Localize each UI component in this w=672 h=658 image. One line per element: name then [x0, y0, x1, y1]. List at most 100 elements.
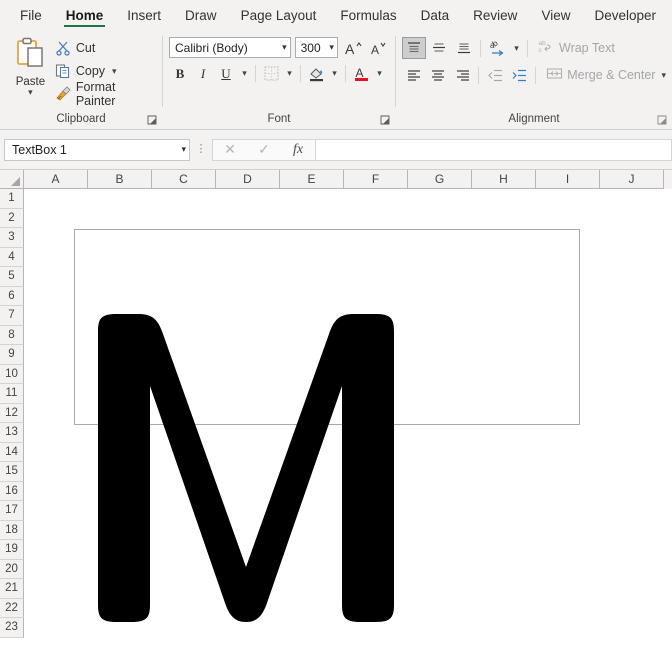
excel-window: File Home Insert Draw Page Layout Formul… — [0, 0, 672, 658]
tab-view[interactable]: View — [529, 0, 582, 30]
row-header-16-label: 16 — [5, 484, 18, 497]
orientation-dropdown-icon[interactable]: ▾ — [510, 38, 523, 59]
row-header-8[interactable]: 8 — [0, 325, 24, 345]
font-size-combobox[interactable]: 300 ▾ — [294, 37, 338, 58]
formula-input[interactable] — [316, 138, 672, 161]
align-right-icon[interactable] — [451, 64, 474, 86]
row-header-20[interactable]: 20 — [0, 559, 24, 579]
svg-text:A: A — [345, 41, 355, 57]
tab-page-layout[interactable]: Page Layout — [229, 0, 329, 30]
row-header-6[interactable]: 6 — [0, 286, 24, 306]
row-header-3[interactable]: 3 — [0, 228, 24, 248]
ribbon-group-font: Calibri (Body) ▾ 300 ▾ A A B I U ▾ ▾ ▾ A… — [163, 30, 395, 129]
row-header-19[interactable]: 19 — [0, 540, 24, 560]
column-header-a-label: A — [51, 172, 60, 186]
svg-text:A: A — [355, 66, 363, 80]
underline-dropdown-icon[interactable]: ▾ — [238, 63, 251, 84]
copy-dropdown-icon[interactable]: ▾ — [112, 66, 117, 77]
chevron-down-icon[interactable]: ▾ — [181, 144, 186, 155]
select-all-corner-icon[interactable] — [0, 170, 24, 189]
column-header-g[interactable]: G — [408, 170, 472, 189]
tab-file[interactable]: File — [8, 0, 54, 30]
text-orientation-icon[interactable]: a b — [485, 37, 509, 59]
format-painter-button[interactable]: Format Painter — [55, 80, 156, 108]
row-header-18[interactable]: 18 — [0, 520, 24, 540]
align-bottom-icon[interactable] — [452, 37, 476, 59]
font-color-icon[interactable]: A — [350, 63, 372, 84]
row-header-14[interactable]: 14 — [0, 442, 24, 462]
row-header-16[interactable]: 16 — [0, 481, 24, 501]
tab-formulas[interactable]: Formulas — [328, 0, 408, 30]
column-header-a[interactable]: A — [24, 170, 88, 189]
column-header-f[interactable]: F — [344, 170, 408, 189]
textbox-shape[interactable] — [74, 229, 580, 425]
cut-button[interactable]: Cut — [55, 38, 156, 58]
tab-home[interactable]: Home — [54, 0, 116, 30]
tab-review[interactable]: Review — [461, 0, 529, 30]
row-header-9[interactable]: 9 — [0, 345, 24, 365]
fill-color-dropdown-icon[interactable]: ▾ — [328, 63, 341, 84]
align-top-icon[interactable] — [402, 37, 426, 59]
paste-dropdown-icon[interactable]: ▾ — [28, 88, 33, 97]
row-header-2[interactable]: 2 — [0, 208, 24, 228]
tab-developer[interactable]: Developer — [582, 0, 668, 30]
name-box[interactable]: TextBox 1 ▾ — [4, 138, 190, 161]
column-header-i[interactable]: I — [536, 170, 600, 189]
chevron-down-icon[interactable]: ▾ — [278, 42, 287, 53]
font-color-dropdown-icon[interactable]: ▾ — [373, 63, 386, 84]
insert-function-icon[interactable]: fx — [281, 140, 315, 160]
bold-button[interactable]: B — [169, 63, 191, 84]
chevron-down-icon[interactable]: ▾ — [325, 42, 334, 53]
column-header-h[interactable]: H — [472, 170, 536, 189]
shrink-font-icon[interactable]: A — [367, 37, 389, 58]
borders-dropdown-icon[interactable]: ▾ — [283, 63, 296, 84]
align-left-icon[interactable] — [402, 64, 425, 86]
merge-center-button[interactable]: Merge & Center ▾ — [540, 65, 666, 85]
tab-data[interactable]: Data — [409, 0, 462, 30]
underline-button[interactable]: U — [215, 63, 237, 84]
confirm-check-icon[interactable]: ✓ — [247, 140, 281, 160]
font-dialog-launcher-icon[interactable] — [380, 115, 391, 126]
row-header-15[interactable]: 15 — [0, 462, 24, 482]
increase-indent-icon[interactable] — [508, 64, 531, 86]
font-divider-2 — [300, 65, 301, 82]
alignment-dialog-launcher-icon[interactable] — [657, 115, 668, 126]
cancel-x-icon[interactable]: ✕ — [213, 140, 247, 160]
copy-button[interactable]: Copy ▾ — [55, 61, 156, 81]
paste-button[interactable]: Paste ▾ — [6, 34, 55, 97]
align-middle-icon[interactable] — [427, 37, 451, 59]
row-header-23[interactable]: 23 — [0, 618, 24, 638]
font-name-combobox[interactable]: Calibri (Body) ▾ — [169, 37, 291, 58]
column-header-e[interactable]: E — [280, 170, 344, 189]
clipboard-group-footer: Clipboard — [0, 109, 162, 129]
row-header-21[interactable]: 21 — [0, 579, 24, 599]
row-header-17[interactable]: 17 — [0, 501, 24, 521]
sheet-canvas[interactable] — [24, 189, 672, 638]
row-header-22[interactable]: 22 — [0, 598, 24, 618]
borders-icon[interactable] — [260, 63, 282, 84]
font-name-value: Calibri (Body) — [175, 40, 248, 55]
column-header-j[interactable]: J — [600, 170, 664, 189]
row-header-12[interactable]: 12 — [0, 403, 24, 423]
more-options-icon[interactable]: ⋮ — [190, 144, 212, 155]
italic-button[interactable]: I — [192, 63, 214, 84]
row-header-7[interactable]: 7 — [0, 306, 24, 326]
row-header-13[interactable]: 13 — [0, 423, 24, 443]
clipboard-dialog-launcher-icon[interactable] — [147, 115, 158, 126]
column-header-b[interactable]: B — [88, 170, 152, 189]
row-header-5[interactable]: 5 — [0, 267, 24, 287]
wrap-text-button[interactable]: ab c Wrap Text — [532, 38, 615, 58]
row-header-1[interactable]: 1 — [0, 189, 24, 209]
merge-center-dropdown-icon[interactable]: ▾ — [661, 70, 666, 81]
row-header-11[interactable]: 11 — [0, 384, 24, 404]
row-header-10[interactable]: 10 — [0, 364, 24, 384]
tab-insert[interactable]: Insert — [115, 0, 173, 30]
fill-color-icon[interactable] — [305, 63, 327, 84]
column-header-c[interactable]: C — [152, 170, 216, 189]
tab-draw[interactable]: Draw — [173, 0, 229, 30]
column-header-d[interactable]: D — [216, 170, 280, 189]
grow-font-icon[interactable]: A — [342, 37, 364, 58]
decrease-indent-icon[interactable] — [483, 64, 506, 86]
row-header-4[interactable]: 4 — [0, 247, 24, 267]
align-center-icon[interactable] — [426, 64, 449, 86]
